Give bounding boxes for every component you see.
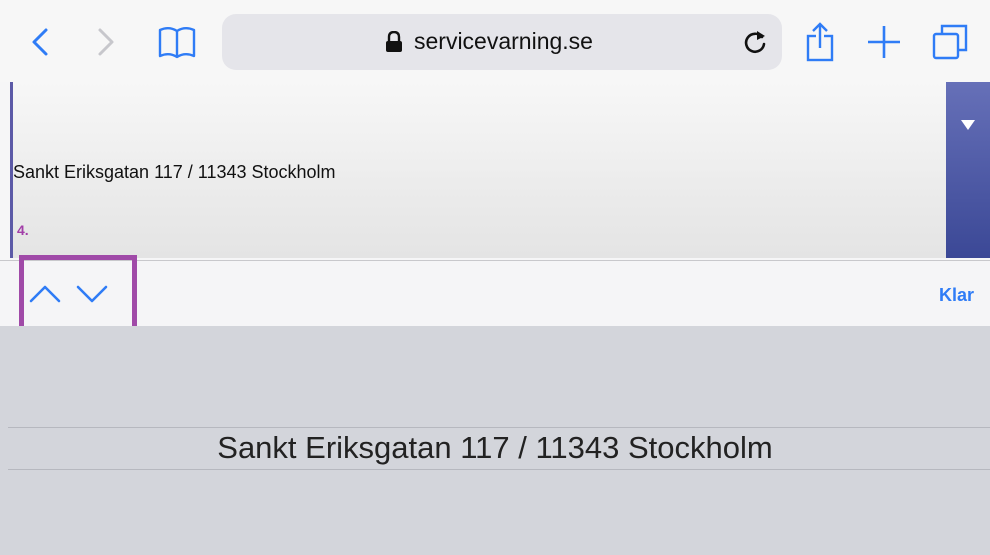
picker-divider-top: [8, 427, 990, 428]
select-dropdown-button[interactable]: [946, 82, 990, 258]
reload-icon[interactable]: [742, 29, 768, 55]
tabs-icon[interactable]: [930, 22, 970, 62]
lock-icon: [386, 31, 402, 52]
address-select[interactable]: Sankt Eriksgatan 117 / 11343 Stockholm 4…: [10, 82, 947, 258]
back-icon[interactable]: [20, 22, 60, 62]
address-bar[interactable]: servicevarning.se: [222, 14, 782, 70]
step-number: 4.: [17, 222, 29, 238]
url-text: servicevarning.se: [414, 28, 593, 54]
browser-toolbar: servicevarning.se: [0, 0, 990, 82]
forward-icon[interactable]: [86, 22, 126, 62]
select-value: Sankt Eriksgatan 117 / 11343 Stockholm: [13, 162, 336, 182]
bookmarks-icon[interactable]: [157, 22, 197, 62]
keyboard-accessory-bar: Klar: [0, 260, 990, 327]
share-icon[interactable]: [800, 22, 840, 62]
chevron-down-icon: [961, 120, 975, 130]
picker-wheel[interactable]: Sankt Eriksgatan 117 / 11343 Stockholm: [0, 326, 990, 555]
done-button[interactable]: Klar: [939, 285, 974, 306]
picker-divider-bottom: [8, 469, 990, 470]
web-page: Sankt Eriksgatan 117 / 11343 Stockholm 4…: [0, 82, 990, 262]
annotation-highlight-box: [19, 255, 137, 331]
new-tab-icon[interactable]: [864, 22, 904, 62]
picker-selected-option[interactable]: Sankt Eriksgatan 117 / 11343 Stockholm: [0, 430, 990, 466]
